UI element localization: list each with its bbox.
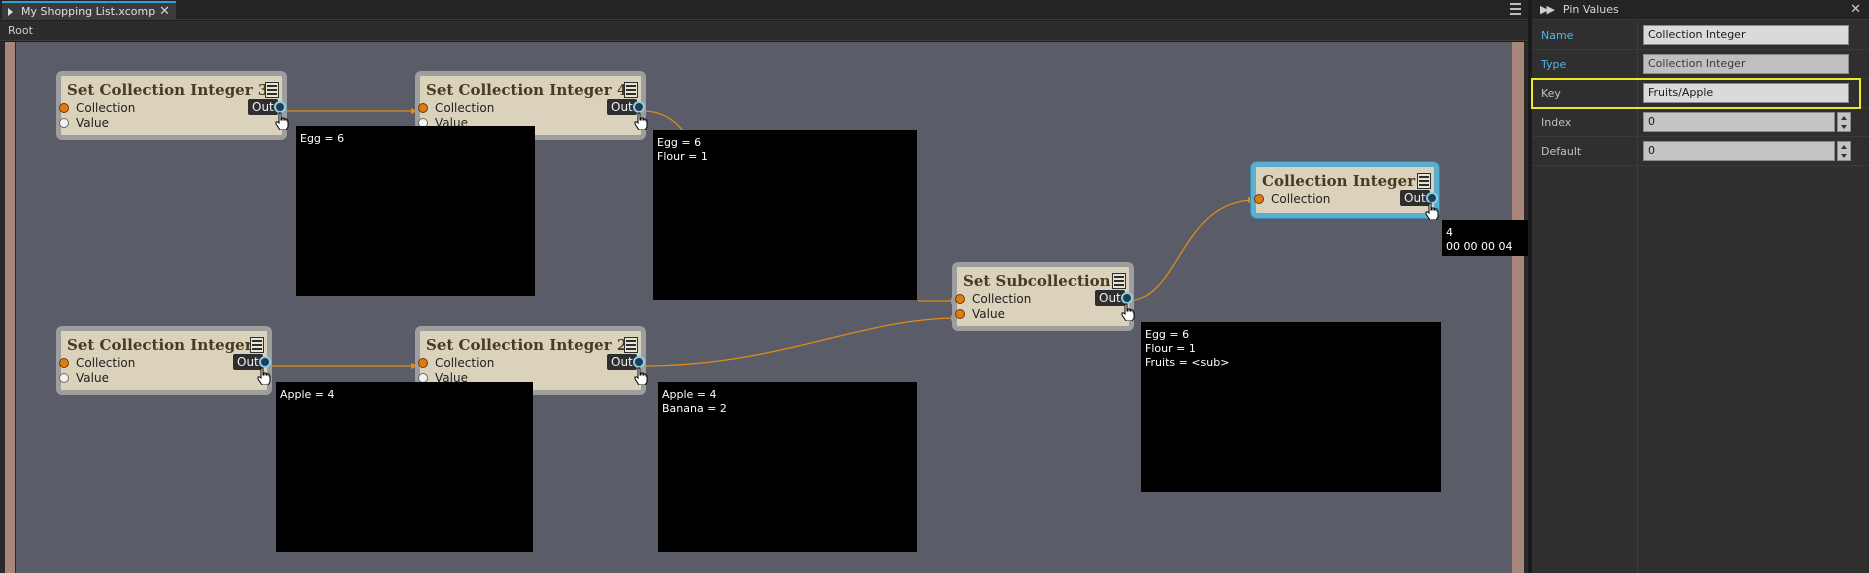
panel-header: ▶▶ Pin Values ✕ (1532, 0, 1869, 20)
default-stepper[interactable] (1837, 141, 1851, 161)
pin-label: Collection (1271, 192, 1331, 206)
value-tooltip-n2: Apple = 4 Banana = 2 (658, 382, 917, 552)
hand-cursor-icon (1425, 202, 1439, 220)
stepper-up-icon[interactable] (1841, 115, 1847, 120)
document-tab-title: My Shopping List.xcomp (21, 5, 156, 18)
pin-collection[interactable]: Collection (59, 356, 136, 370)
pin-collection[interactable]: Collection (955, 292, 1032, 306)
pin-label: Collection (76, 101, 136, 115)
name-field[interactable]: Collection Integer (1643, 25, 1849, 45)
node-menu-icon[interactable] (1417, 173, 1431, 189)
value-tooltip-n1: Apple = 4 (276, 382, 533, 552)
node-set-collection-integer-3[interactable]: Set Collection Integer 3 Collection Valu… (56, 71, 287, 140)
app-window: My Shopping List.xcomp ✕ Root Set Collec… (0, 0, 1869, 573)
node-menu-icon[interactable] (250, 337, 264, 353)
value-tooltip-n3: Egg = 6 (296, 126, 535, 296)
pin-collection-dot[interactable] (955, 294, 965, 304)
property-label: Type (1541, 58, 1567, 71)
stepper-down-icon[interactable] (1841, 153, 1847, 158)
property-type: Type Collection Integer (1532, 50, 1869, 79)
key-row-highlight (1531, 78, 1861, 109)
pin-label: Collection (435, 356, 495, 370)
pin-label: Value (76, 116, 109, 130)
node-title: Set Collection Integer 3 (67, 81, 269, 99)
pin-collection[interactable]: Collection (1254, 192, 1331, 206)
pin-collection-dot[interactable] (59, 358, 69, 368)
property-default: Default 0 (1532, 137, 1869, 166)
hand-cursor-icon (634, 112, 648, 130)
hand-cursor-icon (257, 367, 271, 385)
node-title: Set Collection Integer (67, 336, 253, 354)
pin-value[interactable]: Value (59, 116, 109, 130)
tab-menu-icon[interactable] (1510, 3, 1521, 15)
canvas-right-edge[interactable] (1512, 42, 1528, 573)
hand-cursor-icon (634, 367, 648, 385)
property-name: Name Collection Integer (1532, 21, 1869, 50)
wire-n2-ns (642, 317, 959, 367)
pin-label: Value (76, 371, 109, 385)
property-grid: Name Collection Integer Type Collection … (1531, 21, 1869, 573)
pin-collection-dot[interactable] (59, 103, 69, 113)
pin-value-dot[interactable] (59, 373, 69, 383)
property-label: Name (1541, 29, 1574, 42)
pin-values-panel: ▶▶ Pin Values ✕ Name Collection Integer … (1528, 0, 1869, 573)
value-tooltip-n4: Egg = 6 Flour = 1 (653, 130, 917, 300)
node-title: Collection Integer (1262, 172, 1416, 190)
pin-collection-dot[interactable] (1254, 194, 1264, 204)
hand-cursor-icon (1121, 303, 1135, 321)
hand-cursor-icon (275, 112, 289, 130)
type-field: Collection Integer (1643, 54, 1849, 74)
pin-collection[interactable]: Collection (418, 356, 495, 370)
close-tab-icon[interactable]: ✕ (159, 4, 170, 19)
property-index: Index 0 (1532, 108, 1869, 137)
wire-ns-nc (1126, 199, 1256, 302)
pin-collection-dot[interactable] (418, 103, 428, 113)
close-panel-icon[interactable]: ✕ (1850, 2, 1861, 17)
node-title: Set Collection Integer 2 (426, 336, 628, 354)
node-title: Set Collection Integer 4 (426, 81, 628, 99)
value-tooltip-ns: Egg = 6 Flour = 1 Fruits = <sub> (1141, 322, 1441, 492)
pin-label: Value (972, 307, 1005, 321)
pin-value-dot[interactable] (955, 309, 965, 319)
property-label: Default (1541, 145, 1582, 158)
panel-title: Pin Values (1562, 3, 1619, 16)
pin-label: Collection (972, 292, 1032, 306)
node-menu-icon[interactable] (265, 82, 279, 98)
node-title: Set Subcollection (963, 272, 1111, 290)
document-tab-bar: My Shopping List.xcomp ✕ (0, 0, 1528, 20)
pin-collection[interactable]: Collection (59, 101, 136, 115)
stepper-up-icon[interactable] (1841, 144, 1847, 149)
index-field[interactable]: 0 (1643, 112, 1835, 132)
pin-value[interactable]: Value (59, 371, 109, 385)
stepper-down-icon[interactable] (1841, 124, 1847, 129)
pin-collection[interactable]: Collection (418, 101, 495, 115)
tab-play-icon (8, 7, 13, 16)
pin-label: Collection (435, 101, 495, 115)
default-field[interactable]: 0 (1643, 141, 1835, 161)
node-set-collection-integer[interactable]: Set Collection Integer Collection Value … (56, 326, 272, 395)
node-menu-icon[interactable] (624, 82, 638, 98)
value-tooltip-nc: 4 00 00 00 04 (1442, 220, 1541, 256)
pin-value[interactable]: Value (955, 307, 1005, 321)
pin-label: Collection (76, 356, 136, 370)
node-set-subcollection[interactable]: Set Subcollection Collection Value Out (952, 262, 1134, 331)
pin-collection-dot[interactable] (418, 358, 428, 368)
breadcrumb[interactable]: Root (0, 21, 1528, 41)
pin-value-dot[interactable] (59, 118, 69, 128)
property-label: Index (1541, 116, 1572, 129)
node-menu-icon[interactable] (1112, 273, 1126, 289)
collapse-panel-icon[interactable]: ▶▶ (1540, 3, 1555, 16)
index-stepper[interactable] (1837, 112, 1851, 132)
graph-canvas[interactable]: Set Collection Integer 3 Collection Valu… (0, 42, 1541, 573)
document-tab[interactable]: My Shopping List.xcomp ✕ (2, 1, 176, 20)
node-collection-integer[interactable]: Collection Integer Collection Out (1251, 162, 1439, 218)
node-menu-icon[interactable] (624, 337, 638, 353)
